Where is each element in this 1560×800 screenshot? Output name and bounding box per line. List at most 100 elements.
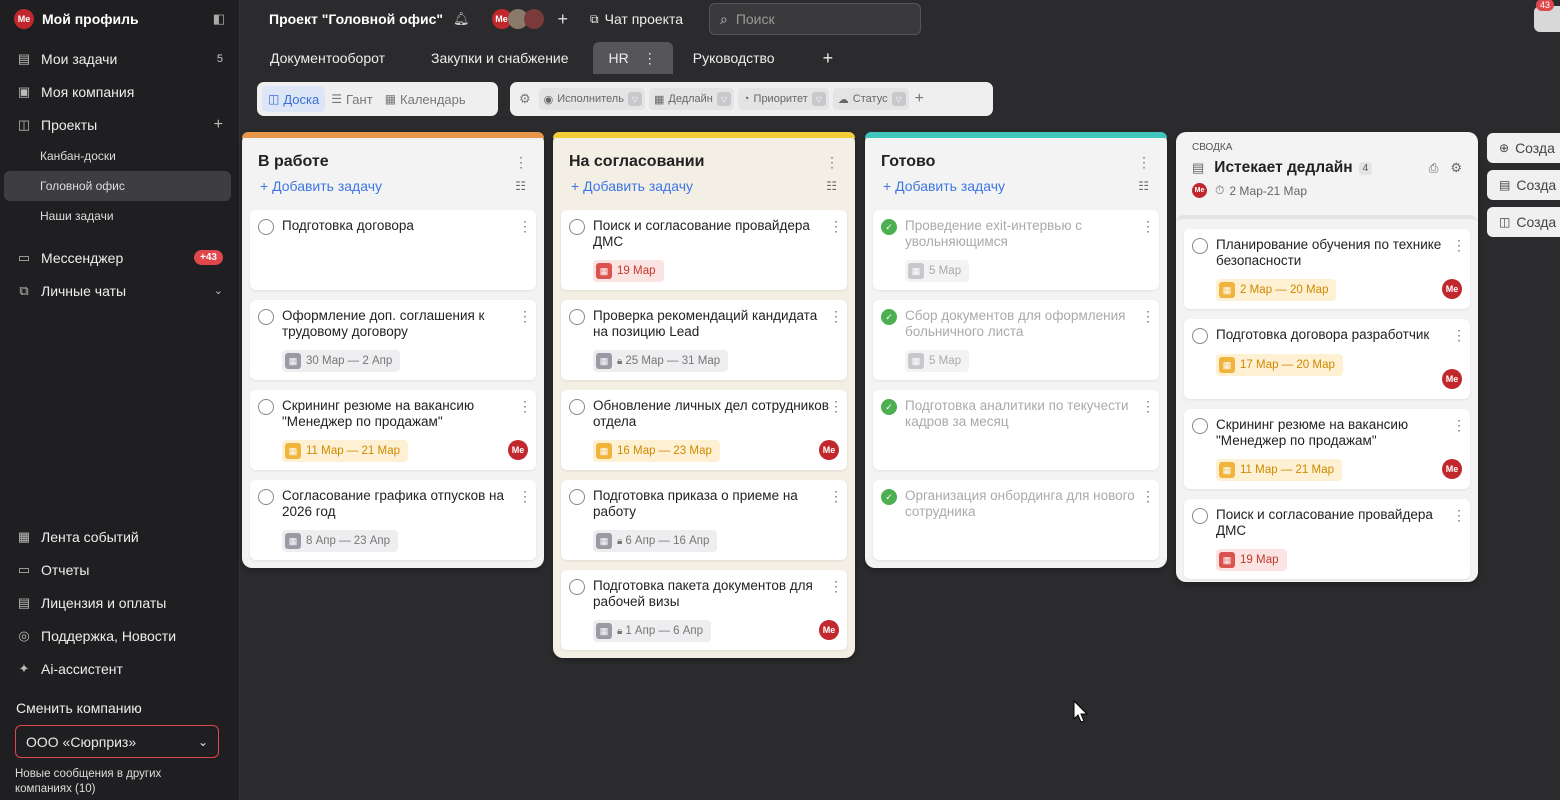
check-circle-icon[interactable] [569, 399, 585, 415]
check-circle-icon[interactable] [258, 399, 274, 415]
sidebar-item-projects[interactable]: ◫ Проекты + [0, 108, 239, 141]
check-circle-icon[interactable] [1192, 328, 1208, 344]
tab-management[interactable]: Руководство [677, 42, 791, 74]
filter-deadline[interactable]: ▦ Дедлайн ▽ [648, 88, 734, 110]
export-icon[interactable]: ⎙ [1429, 161, 1439, 176]
sidebar-subitem-head-office[interactable]: Головной офис [4, 171, 231, 201]
more-icon[interactable]: ⋮ [518, 308, 532, 325]
more-icon[interactable]: ⋮ [829, 398, 843, 415]
task-card[interactable]: Планирование обучения по технике безопас… [1184, 229, 1470, 309]
chevron-down-icon[interactable]: ⌄ [214, 284, 223, 297]
search-field[interactable]: ⌕ Поиск [708, 3, 921, 35]
more-icon[interactable]: ⋮ [518, 488, 532, 505]
check-circle-icon[interactable] [258, 489, 274, 505]
sidebar-item-reports[interactable]: ▭ Отчеты [0, 553, 239, 586]
more-icon[interactable]: ⋮ [829, 308, 843, 325]
task-card[interactable]: ✓ Организация онбординга для нового сотру… [873, 480, 1159, 560]
tab-docs[interactable]: Документооборот [254, 42, 401, 74]
column-settings-icon[interactable]: ☷ [1138, 179, 1149, 193]
create-task-button[interactable]: ⊕ Созда [1487, 133, 1560, 163]
more-icon[interactable]: ⋮ [1141, 398, 1155, 415]
check-circle-icon[interactable] [569, 489, 585, 505]
check-circle-icon[interactable] [1192, 508, 1208, 524]
avatar[interactable]: Me [819, 620, 839, 640]
sidebar-item-messenger[interactable]: ▭ Мессенджер +43 [0, 241, 239, 274]
filter-status[interactable]: ☁ Статус ▽ [832, 88, 909, 110]
task-card[interactable]: Подготовка пакета документов для рабочей… [561, 570, 847, 650]
create-board-button[interactable]: ◫ Созда [1487, 207, 1560, 237]
sidebar-subitem-our-tasks[interactable]: Наши задачи [0, 201, 239, 231]
more-icon[interactable]: ⋮ [1137, 154, 1151, 171]
add-task-button[interactable]: + Добавить задачу ☷ [561, 172, 847, 200]
more-icon[interactable]: ⋮ [518, 218, 532, 235]
profile-row[interactable]: Me Мой профиль ◧ [0, 0, 239, 38]
filter-assignee[interactable]: ◉ Исполнитель ▽ [538, 88, 645, 110]
check-circle-icon[interactable] [569, 309, 585, 325]
task-card[interactable]: Подготовка приказа о приеме на работу ⋮ ▦ 🔒… [561, 480, 847, 560]
done-check-icon[interactable]: ✓ [881, 309, 897, 325]
sidebar-item-events[interactable]: ▦ Лента событий [0, 520, 239, 553]
add-filter-icon[interactable]: + [915, 90, 924, 108]
add-project-icon[interactable]: + [214, 116, 223, 134]
view-gantt-button[interactable]: ☰ Гант [325, 86, 378, 112]
sidebar-item-personal-chats[interactable]: ⧉ Личные чаты ⌄ [0, 274, 239, 307]
more-icon[interactable]: ⋮ [1452, 417, 1466, 434]
avatar[interactable]: Me [819, 440, 839, 460]
task-card[interactable]: Обновление личных дел сотрудников отдела… [561, 390, 847, 470]
more-icon[interactable]: ⋮ [825, 154, 839, 171]
company-select[interactable]: ООО «Сюрприз» ⌄ [15, 725, 219, 758]
avatar[interactable]: Me [1442, 459, 1462, 479]
done-check-icon[interactable]: ✓ [881, 489, 897, 505]
more-icon[interactable]: ⋮ [643, 50, 657, 67]
check-circle-icon[interactable] [569, 219, 585, 235]
task-card[interactable]: Подготовка договора ⋮ [250, 210, 536, 290]
tab-hr[interactable]: HR ⋮ [592, 42, 673, 74]
more-icon[interactable]: ⋮ [1452, 327, 1466, 344]
more-icon[interactable]: ⋮ [829, 218, 843, 235]
more-icon[interactable]: ⋮ [1141, 308, 1155, 325]
task-card[interactable]: Поиск и согласование провайдера ДМС ⋮ ▦ 19 … [1184, 499, 1470, 579]
done-check-icon[interactable]: ✓ [881, 399, 897, 415]
bell-icon[interactable]: 🔔︎ [453, 11, 470, 27]
sidebar-item-license[interactable]: ▤ Лицензия и оплаты [0, 586, 239, 619]
add-task-button[interactable]: + Добавить задачу ☷ [873, 172, 1159, 200]
check-circle-icon[interactable] [258, 309, 274, 325]
column-settings-icon[interactable]: ☷ [515, 179, 526, 193]
sidebar-subitem-kanban[interactable]: Канбан-доски [0, 141, 239, 171]
avatar[interactable]: Me [1442, 369, 1462, 389]
check-circle-icon[interactable] [258, 219, 274, 235]
settings-icon[interactable]: ⚙ [519, 91, 531, 107]
sidebar-item-my-company[interactable]: ▣ Моя компания [0, 75, 239, 108]
members-avatars[interactable]: Me [491, 9, 544, 29]
column-settings-icon[interactable]: ☷ [826, 179, 837, 193]
more-icon[interactable]: ⋮ [1141, 218, 1155, 235]
sidebar-item-ai[interactable]: ✦ Ai-ассистент [0, 652, 239, 685]
task-card[interactable]: ✓ Проведение exit-интервью с увольняющимс… [873, 210, 1159, 290]
task-card[interactable]: Подготовка договора разработчик ⋮ ▦ 17 Мар … [1184, 319, 1470, 399]
collapse-sidebar-icon[interactable]: ◧ [213, 11, 225, 27]
task-card[interactable]: ✓ Подготовка аналитики по текучести кадро… [873, 390, 1159, 470]
more-icon[interactable]: ⋮ [518, 398, 532, 415]
task-card[interactable]: Проверка рекомендаций кандидата на позиц… [561, 300, 847, 380]
more-icon[interactable]: ⋮ [829, 488, 843, 505]
check-circle-icon[interactable] [569, 579, 585, 595]
gear-icon[interactable]: ⚙ [1450, 160, 1462, 176]
filter-priority[interactable]: ◔ Приоритет ▽ [737, 88, 829, 110]
add-member-icon[interactable]: + [558, 9, 569, 30]
view-calendar-button[interactable]: ▦ Календарь [379, 86, 472, 112]
task-card[interactable]: Скрининг резюме на вакансию "Менеджер по… [250, 390, 536, 470]
more-icon[interactable]: ⋮ [1141, 488, 1155, 505]
task-card[interactable]: Поиск и согласование провайдера ДМС ⋮ ▦ 19 … [561, 210, 847, 290]
check-circle-icon[interactable] [1192, 238, 1208, 254]
avatar[interactable]: Me [508, 440, 528, 460]
task-card[interactable]: Согласование графика отпусков на 2026 го… [250, 480, 536, 560]
add-task-button[interactable]: + Добавить задачу ☷ [250, 172, 536, 200]
more-icon[interactable]: ⋮ [514, 154, 528, 171]
more-icon[interactable]: ⋮ [829, 578, 843, 595]
sidebar-item-my-tasks[interactable]: ▤ Мои задачи 5 [0, 42, 239, 75]
task-card[interactable]: Скрининг резюме на вакансию "Менеджер по… [1184, 409, 1470, 489]
sidebar-item-support[interactable]: ◎ Поддержка, Новости [0, 619, 239, 652]
more-icon[interactable]: ⋮ [1452, 237, 1466, 254]
view-board-button[interactable]: ◫ Доска [262, 86, 326, 112]
tab-procurement[interactable]: Закупки и снабжение [415, 42, 585, 74]
